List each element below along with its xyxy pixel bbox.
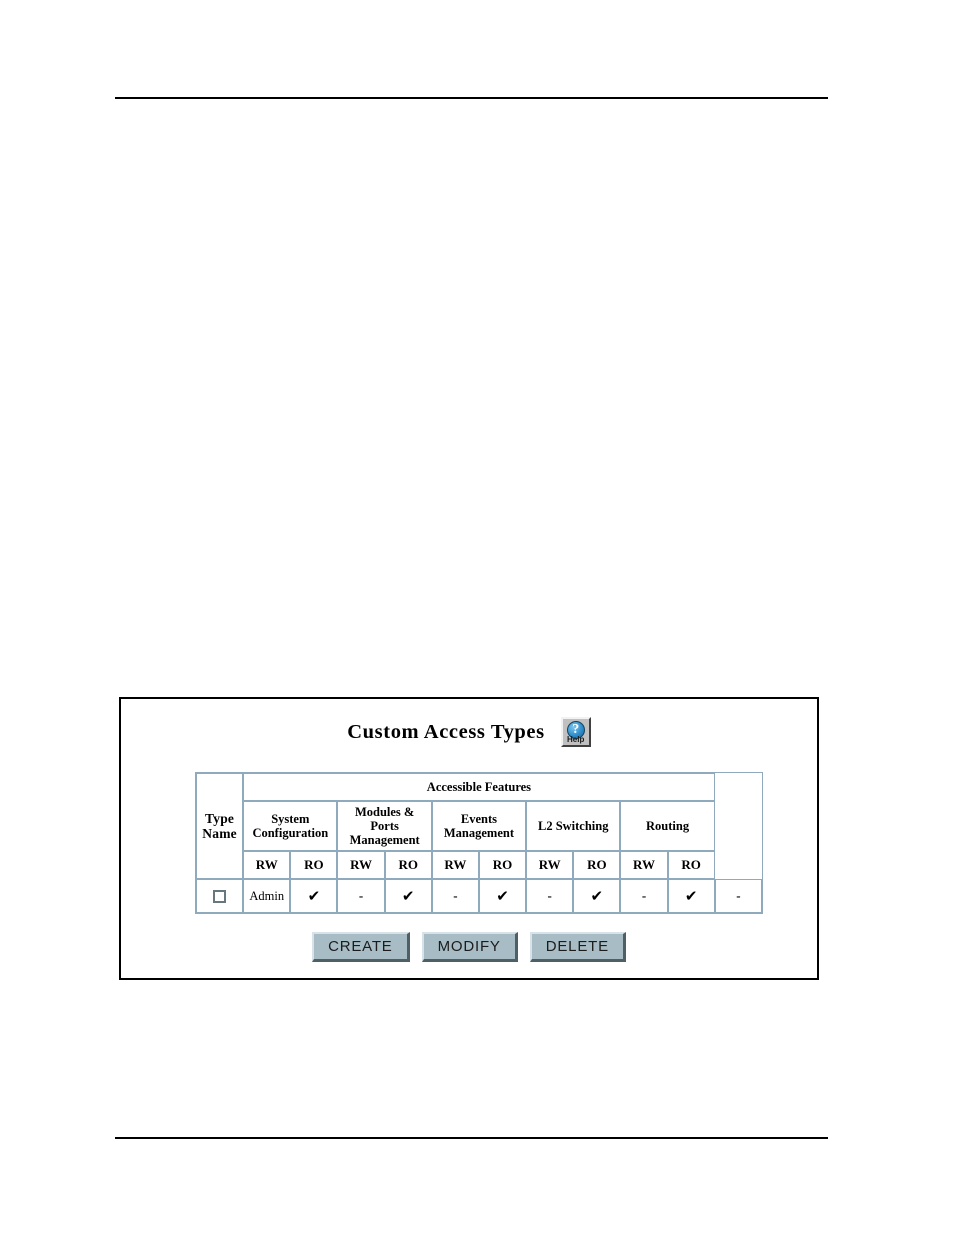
help-button[interactable]: ? Help bbox=[560, 717, 591, 747]
column-header-events-ro: RO bbox=[478, 851, 527, 879]
cell-sysconfig-rw: ✔ bbox=[290, 879, 338, 913]
help-button-label: Help bbox=[567, 735, 585, 744]
cell-routing-rw: ✔ bbox=[667, 879, 715, 913]
cell-l2-ro: - bbox=[620, 879, 668, 913]
column-header-sysconfig-rw: RW bbox=[243, 851, 291, 879]
column-header-modules-rw: RW bbox=[337, 851, 385, 879]
action-button-row: CREATE MODIFY DELETE bbox=[121, 932, 817, 962]
column-header-sysconfig-ro: RO bbox=[290, 851, 338, 879]
cell-l2-rw: ✔ bbox=[573, 879, 621, 913]
cell-events-rw: ✔ bbox=[478, 879, 527, 913]
cell-type-name: Admin bbox=[243, 879, 291, 913]
cell-routing-ro: - bbox=[714, 879, 762, 913]
cell-sysconfig-ro: - bbox=[337, 879, 385, 913]
table-row-group-header: Type Name Accessible Features bbox=[196, 773, 762, 879]
delete-button[interactable]: DELETE bbox=[529, 932, 626, 962]
column-header-modules-ro: RO bbox=[384, 851, 432, 879]
column-header-events-management: Events Management bbox=[431, 801, 527, 851]
table-row-feature-groups: System Configuration Modules & Ports Man… bbox=[196, 801, 762, 851]
column-header-l2-switching: L2 Switching bbox=[526, 801, 621, 851]
column-header-l2-rw: RW bbox=[526, 851, 574, 879]
cell-modules-ro: - bbox=[431, 879, 479, 913]
access-types-table: Type Name Accessible Features System Con… bbox=[195, 772, 763, 914]
cell-events-ro: - bbox=[526, 879, 574, 913]
column-header-l2-ro: RO bbox=[573, 851, 621, 879]
page-header-rule bbox=[115, 97, 828, 99]
page-title: Custom Access Types bbox=[347, 720, 545, 743]
column-header-routing-ro: RO bbox=[667, 851, 715, 879]
row-select-checkbox[interactable] bbox=[213, 890, 227, 904]
panel-title-row: Custom Access Types ? Help bbox=[121, 717, 817, 747]
column-header-type-name: Type Name bbox=[196, 773, 244, 879]
row-select-cell[interactable] bbox=[196, 879, 244, 913]
cell-modules-rw: ✔ bbox=[384, 879, 432, 913]
access-types-table-wrapper: Type Name Accessible Features System Con… bbox=[195, 772, 763, 914]
column-header-routing: Routing bbox=[620, 801, 715, 851]
column-header-routing-rw: RW bbox=[620, 851, 668, 879]
column-header-accessible-features: Accessible Features bbox=[243, 773, 715, 801]
page-footer-rule bbox=[115, 1137, 828, 1139]
column-header-system-configuration: System Configuration bbox=[243, 801, 338, 851]
modify-button[interactable]: MODIFY bbox=[421, 932, 518, 962]
column-header-modules-ports-management: Modules & Ports Management bbox=[337, 801, 432, 851]
table-row-access-headers: RW RO RW RO RW RO RW RO RW RO bbox=[196, 851, 762, 879]
column-header-events-rw: RW bbox=[431, 851, 479, 879]
screenshot-frame: Custom Access Types ? Help Type Name Acc… bbox=[119, 697, 819, 980]
table-row: Admin ✔ - ✔ - ✔ - ✔ - ✔ - bbox=[196, 879, 762, 913]
create-button[interactable]: CREATE bbox=[312, 932, 410, 962]
